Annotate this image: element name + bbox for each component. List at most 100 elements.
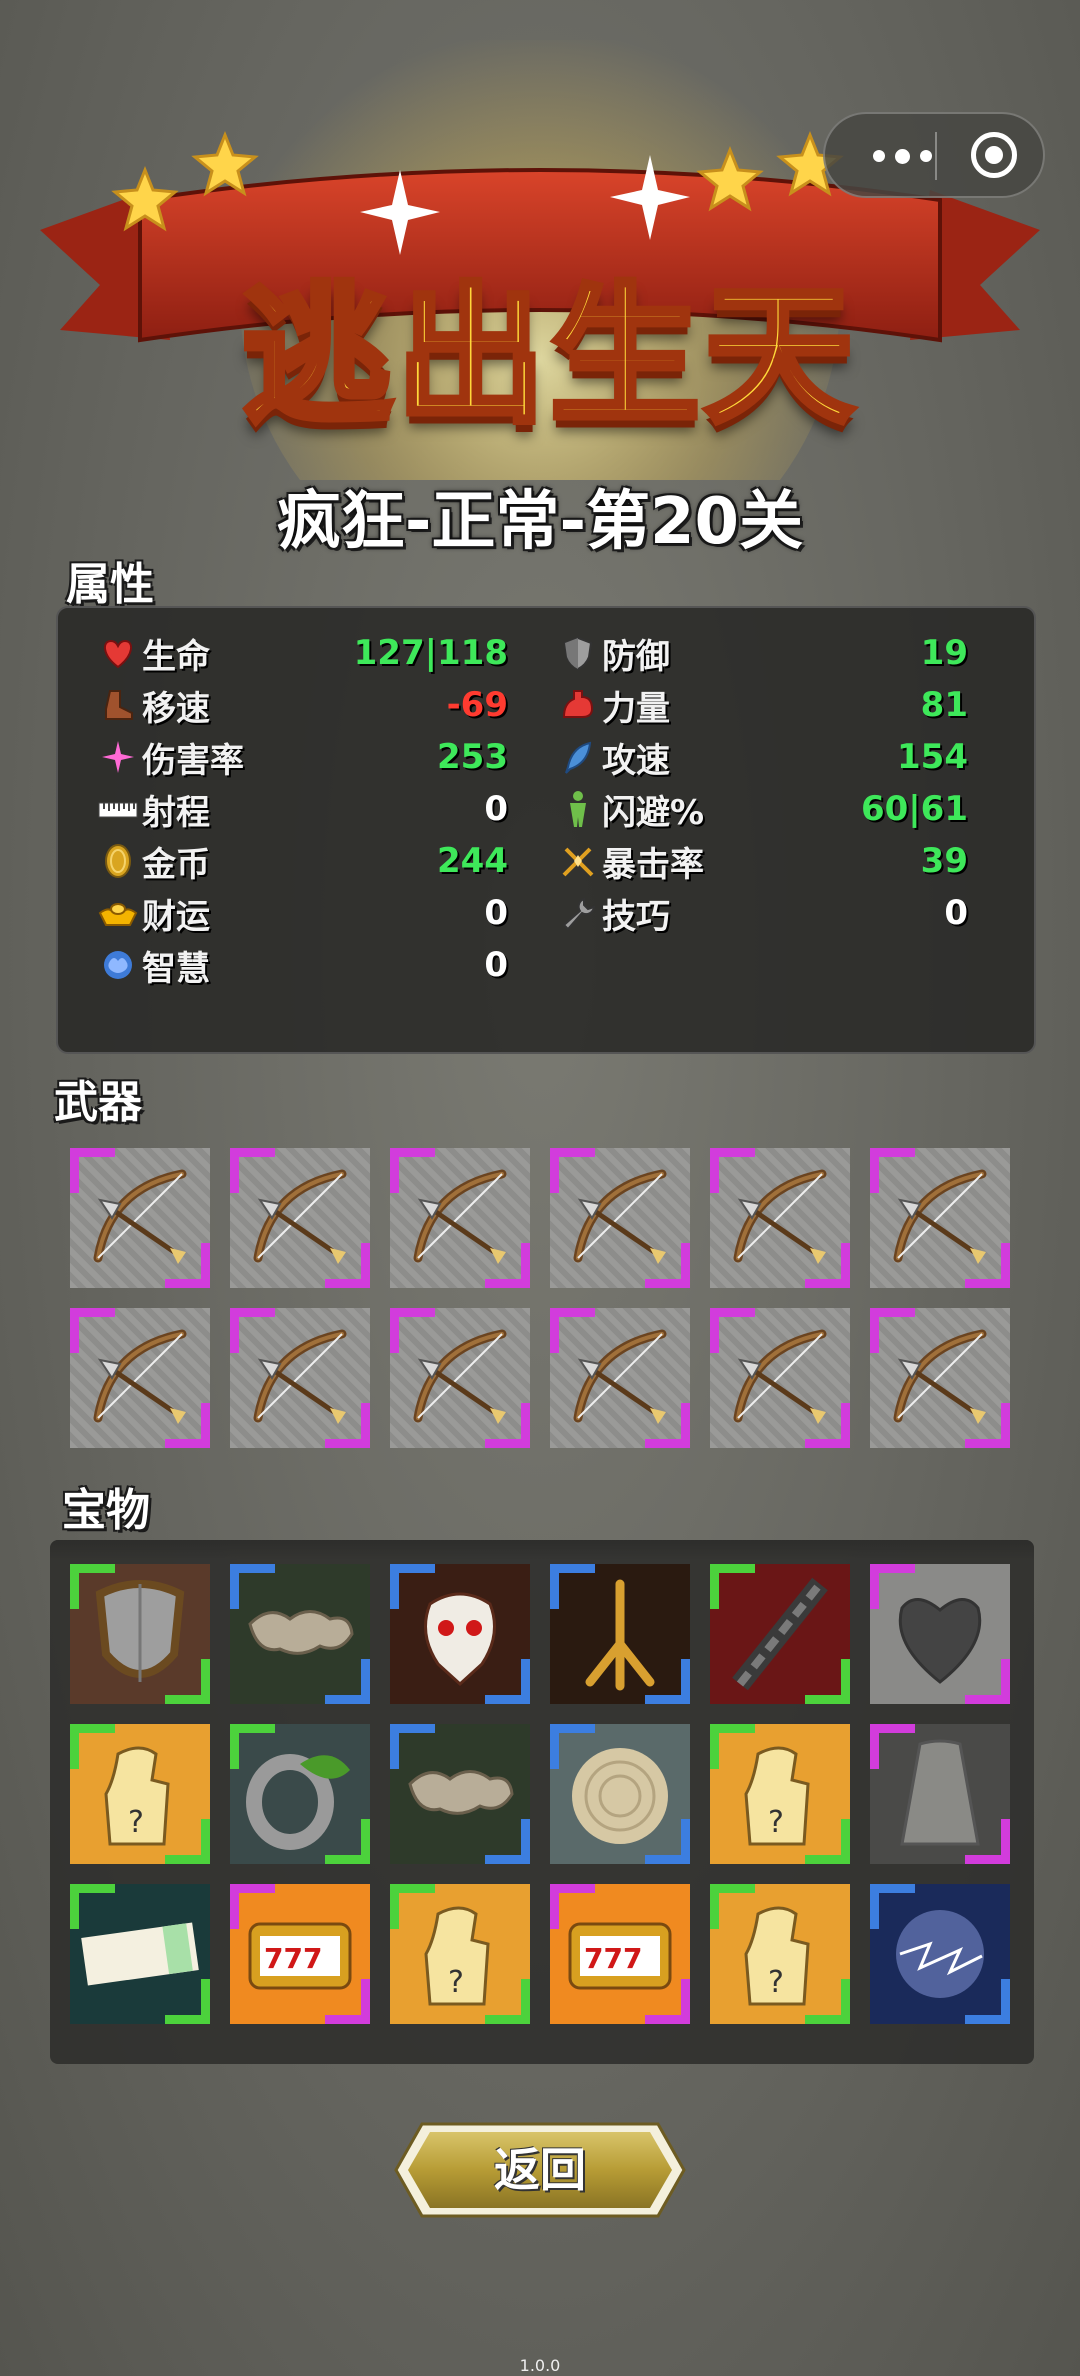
right-stat-row: 闪避% 60|61 (558, 786, 968, 833)
boot-icon (98, 685, 138, 725)
left-stat-row: 射程 0 (98, 786, 508, 833)
treasure-slot[interactable] (870, 1724, 1010, 1864)
treasure-slot[interactable] (390, 1564, 530, 1704)
treasure-slot[interactable] (390, 1724, 530, 1864)
right-stat-row: 技巧 0 (558, 890, 968, 937)
treasure-slot[interactable]: ? (390, 1884, 530, 2024)
quality-corner (645, 1819, 690, 1864)
scroll-fade-top (50, 1540, 1034, 1560)
gold-ingot-icon (98, 893, 138, 933)
weapon-slot[interactable] (550, 1148, 690, 1288)
level-title: 疯狂-正常-第20关 (276, 485, 804, 559)
quality-corner (965, 1819, 1010, 1864)
quality-corner (550, 1148, 595, 1193)
treasure-slot[interactable] (710, 1564, 850, 1704)
quality-corner (70, 1724, 115, 1769)
quality-corner (485, 1403, 530, 1448)
quality-corner (965, 1659, 1010, 1704)
svg-text:777: 777 (584, 1942, 642, 1975)
quality-corner (70, 1884, 115, 1929)
left-stat-row: 财运 0 (98, 890, 508, 937)
svg-text:?: ? (448, 1965, 464, 2000)
quality-corner (645, 1403, 690, 1448)
stat-name: 攻速 (602, 740, 670, 781)
left-stat-row: 生命 127|118 (98, 630, 508, 677)
stat-value: 39 (920, 841, 968, 881)
left-stat-row: 移速 -69 (98, 682, 508, 729)
quality-corner (965, 1243, 1010, 1288)
stat-name: 力量 (602, 688, 670, 729)
treasures-grid: ?? 777? 777? (70, 1564, 1014, 2064)
back-button[interactable]: 返回 (392, 2120, 688, 2220)
quality-corner (965, 1403, 1010, 1448)
weapon-slot[interactable] (70, 1148, 210, 1288)
right-stat-row: 防御 19 (558, 630, 968, 677)
quality-corner (390, 1884, 435, 1929)
treasure-slot[interactable] (70, 1884, 210, 2024)
stat-value: 154 (897, 737, 968, 777)
stat-name: 暴击率 (602, 844, 704, 885)
quality-corner (230, 1148, 275, 1193)
more-menu-icon[interactable] (857, 138, 947, 174)
close-miniprogram-icon[interactable] (971, 132, 1017, 178)
treasure-slot[interactable]: ? (710, 1884, 850, 2024)
treasure-slot[interactable] (550, 1564, 690, 1704)
stat-name: 移速 (142, 688, 210, 729)
quality-corner (805, 1403, 850, 1448)
wrench-icon (558, 893, 598, 933)
quality-corner (710, 1308, 755, 1353)
stat-value: 0 (944, 893, 968, 933)
stat-name: 金币 (142, 844, 210, 885)
quality-corner (230, 1724, 275, 1769)
stat-name: 伤害率 (142, 740, 244, 781)
feather-icon (558, 737, 598, 777)
treasure-slot[interactable] (230, 1564, 370, 1704)
quality-corner (965, 1979, 1010, 2024)
attributes-panel: 生命 127|118 移速 -69 伤害率 253 射程 0 金币 244 财运 0 智慧 0 防御 19 力… (56, 606, 1036, 1054)
treasure-slot[interactable] (230, 1724, 370, 1864)
treasure-slot[interactable] (870, 1884, 1010, 2024)
quality-corner (390, 1308, 435, 1353)
quality-corner (325, 1819, 370, 1864)
treasure-slot[interactable]: 777 (550, 1884, 690, 2024)
treasure-slot[interactable]: ? (70, 1724, 210, 1864)
weapon-slot[interactable] (870, 1148, 1010, 1288)
quality-corner (165, 1659, 210, 1704)
weapon-slot[interactable] (230, 1148, 370, 1288)
weapon-slot[interactable] (710, 1148, 850, 1288)
quality-corner (870, 1564, 915, 1609)
weapon-slot[interactable] (550, 1308, 690, 1448)
treasure-slot[interactable]: 777 (230, 1884, 370, 2024)
weapon-slot[interactable] (870, 1308, 1010, 1448)
stat-value: 0 (484, 893, 508, 933)
weapon-slot[interactable] (70, 1308, 210, 1448)
left-stat-row: 智慧 0 (98, 942, 508, 989)
treasures-panel[interactable]: ?? 777? 777? (50, 1540, 1034, 2064)
quality-corner (390, 1724, 435, 1769)
treasure-slot[interactable] (70, 1564, 210, 1704)
treasure-slot[interactable] (550, 1724, 690, 1864)
back-button-label: 返回 (494, 2143, 586, 2197)
quality-corner (325, 1243, 370, 1288)
attributes-heading: 属性 (66, 559, 154, 610)
quality-corner (710, 1148, 755, 1193)
quality-corner (70, 1308, 115, 1353)
shield-icon (558, 633, 598, 673)
quality-corner (165, 1403, 210, 1448)
weapon-slot[interactable] (390, 1148, 530, 1288)
treasure-slot[interactable]: ? (710, 1724, 850, 1864)
quality-corner (805, 1979, 850, 2024)
weapon-slot[interactable] (710, 1308, 850, 1448)
heart-icon (98, 633, 138, 673)
quality-corner (230, 1564, 275, 1609)
quality-corner (485, 1979, 530, 2024)
weapon-slot[interactable] (230, 1308, 370, 1448)
stat-name: 闪避% (602, 792, 705, 833)
quality-corner (485, 1659, 530, 1704)
weapon-slot[interactable] (390, 1308, 530, 1448)
treasure-slot[interactable] (870, 1564, 1010, 1704)
quality-corner (710, 1884, 755, 1929)
svg-text:?: ? (768, 1805, 784, 1840)
stat-value: 244 (437, 841, 508, 881)
stat-value: 60|61 (860, 789, 968, 829)
